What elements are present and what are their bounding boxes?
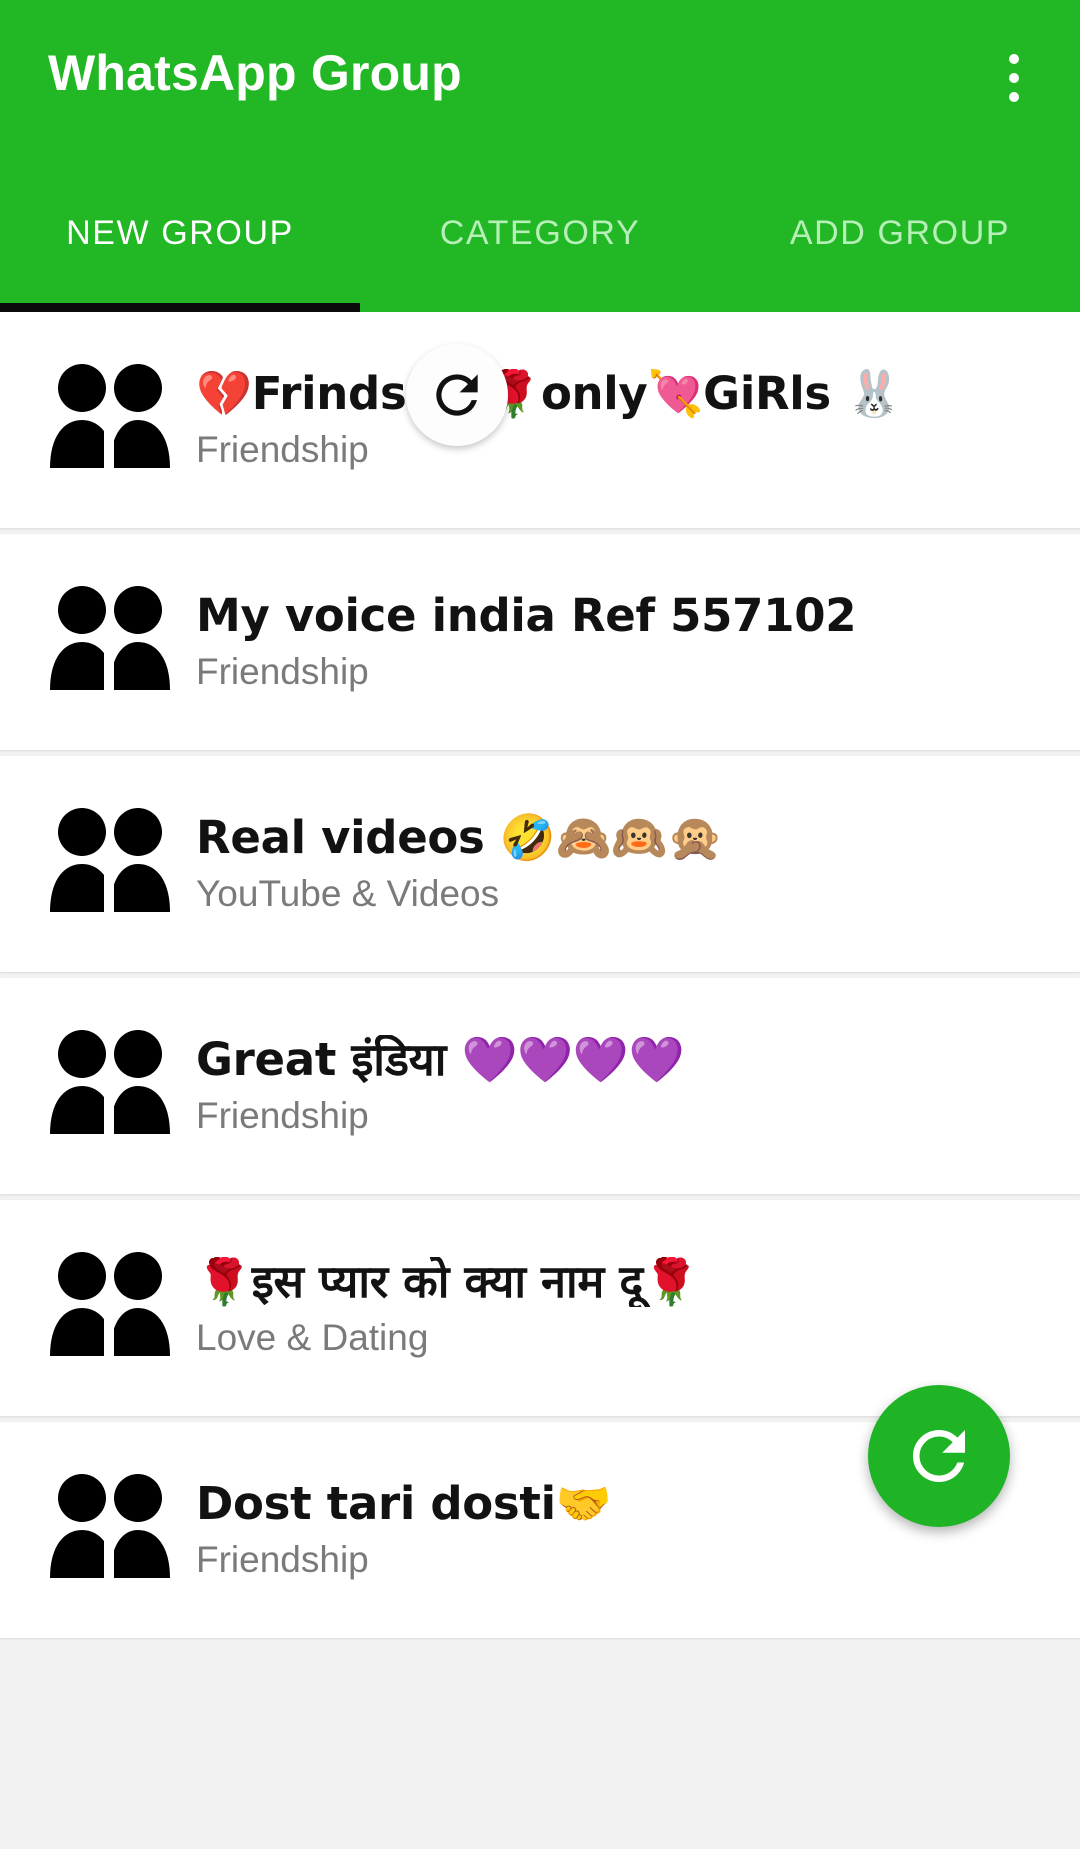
list-item[interactable]: Great इंडिया 💜💜💜💜 Friendship [0, 978, 1080, 1194]
overflow-dot-1 [1009, 54, 1019, 64]
list-item[interactable]: 🌹इस प्यार को क्या नाम दू🌹 Love & Dating [0, 1200, 1080, 1416]
group-list[interactable]: 💔Frindship🌹only💘GiRls 🐰 Friendship My vo… [0, 312, 1080, 1849]
group-people-icon [48, 360, 180, 480]
app-screen: WhatsApp Group NEW GROUP CATEGORY ADD GR… [0, 0, 1080, 1849]
app-bar-top: WhatsApp Group [0, 0, 1080, 172]
list-item[interactable]: My voice india Ref 557102 Friendship [0, 534, 1080, 750]
list-item-category: Love & Dating [196, 1316, 429, 1358]
tab-new-group[interactable]: NEW GROUP [0, 172, 360, 312]
pull-to-refresh-spinner [406, 344, 508, 446]
tab-indicator [0, 303, 360, 312]
list-item-text: Real videos 🤣🙈🙉🙊 YouTube & Videos [196, 813, 1080, 916]
list-item-text: 🌹इस प्यार को क्या नाम दू🌹 Love & Dating [196, 1257, 1080, 1360]
list-item-text: Great इंडिया 💜💜💜💜 Friendship [196, 1035, 1080, 1138]
list-item-category: Friendship [196, 1538, 369, 1580]
list-item-category: Friendship [196, 1094, 369, 1136]
list-item-title: 💔Frindship🌹only💘GiRls 🐰 [196, 368, 903, 419]
list-item-title: Great इंडिया 💜💜💜💜 [196, 1034, 685, 1085]
tab-category[interactable]: CATEGORY [360, 172, 720, 312]
group-people-icon [48, 1248, 180, 1368]
refresh-icon [436, 374, 478, 416]
list-item-title: Real videos 🤣🙈🙉🙊 [196, 812, 723, 863]
list-item-title: My voice india Ref 557102 [196, 590, 857, 641]
list-item-category: Friendship [196, 428, 369, 470]
list-item-category: Friendship [196, 650, 369, 692]
more-vertical-icon[interactable] [982, 42, 1046, 114]
list-item-text: 💔Frindship🌹only💘GiRls 🐰 Friendship [196, 369, 1080, 472]
group-people-icon [48, 582, 180, 702]
group-people-icon [48, 804, 180, 924]
tab-add-group[interactable]: ADD GROUP [720, 172, 1080, 312]
group-people-icon [48, 1026, 180, 1146]
list-item-category: YouTube & Videos [196, 872, 500, 914]
overflow-dot-3 [1009, 92, 1019, 102]
list-item[interactable]: Real videos 🤣🙈🙉🙊 YouTube & Videos [0, 756, 1080, 972]
group-people-icon [48, 1470, 180, 1590]
refresh-icon [912, 1430, 965, 1482]
refresh-fab-button[interactable] [868, 1385, 1010, 1527]
overflow-dot-2 [1009, 73, 1019, 83]
list-item[interactable]: 💔Frindship🌹only💘GiRls 🐰 Friendship [0, 312, 1080, 528]
app-bar: WhatsApp Group NEW GROUP CATEGORY ADD GR… [0, 0, 1080, 312]
list-item-title: 🌹इस प्यार को क्या नाम दू🌹 [196, 1256, 699, 1307]
list-item-text: My voice india Ref 557102 Friendship [196, 591, 1080, 694]
tab-bar: NEW GROUP CATEGORY ADD GROUP [0, 172, 1080, 312]
page-title: WhatsApp Group [48, 45, 462, 101]
